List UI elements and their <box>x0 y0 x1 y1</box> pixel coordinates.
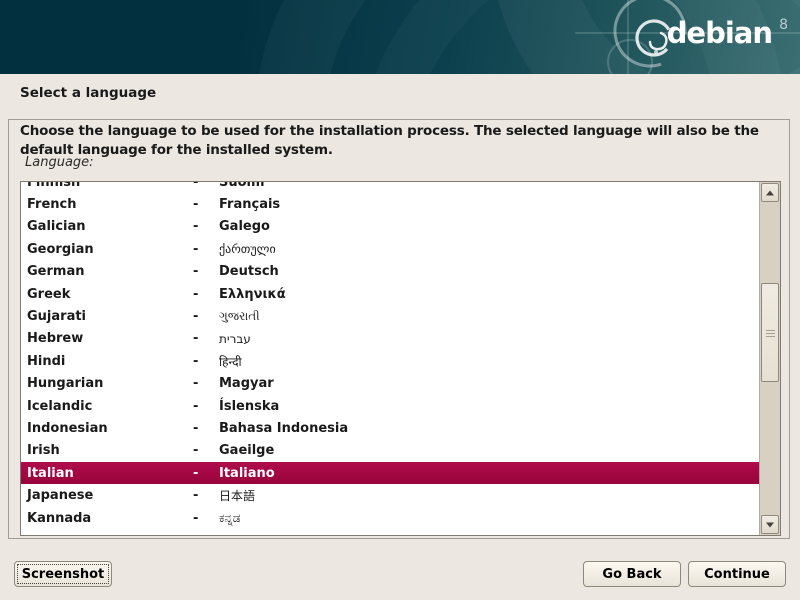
debian-version: 8 <box>779 17 788 33</box>
scroll-up-button[interactable] <box>761 183 779 202</box>
language-native-name: ქართული <box>219 242 276 256</box>
language-row[interactable]: Indonesian-Bahasa Indonesia <box>21 417 759 439</box>
language-row[interactable]: Galician-Galego <box>21 216 759 238</box>
language-native-name: Íslenska <box>219 399 279 414</box>
separator-dash: - <box>193 264 219 279</box>
language-row[interactable]: Finnish-Suomi <box>21 181 759 193</box>
separator-dash: - <box>193 331 219 346</box>
vertical-scrollbar[interactable] <box>759 182 780 535</box>
language-row[interactable]: French-Français <box>21 193 759 215</box>
language-row[interactable]: Icelandic-Íslenska <box>21 395 759 417</box>
language-native-name: Galego <box>219 219 270 234</box>
separator-dash: - <box>193 354 219 369</box>
separator-dash: - <box>193 421 219 436</box>
language-english-name: Kannada <box>27 511 193 526</box>
separator-dash: - <box>193 181 219 190</box>
go-back-button[interactable]: Go Back <box>583 561 681 587</box>
separator-dash: - <box>193 197 219 212</box>
language-row[interactable]: Georgian-ქართული <box>21 238 759 260</box>
language-row[interactable]: Greek-Ελληνικά <box>21 283 759 305</box>
scrollbar-grip-icon <box>766 333 775 334</box>
language-native-name: Suomi <box>219 181 265 190</box>
language-english-name: Galician <box>27 219 193 234</box>
language-native-name: עברית <box>219 332 251 346</box>
language-native-name: Bahasa Indonesia <box>219 421 348 436</box>
separator-dash: - <box>193 466 219 481</box>
language-english-name: Irish <box>27 443 193 458</box>
language-row-selected[interactable]: Italian-Italiano <box>21 462 759 484</box>
language-native-name: 日本語 <box>219 487 255 504</box>
language-native-name: Deutsch <box>219 264 279 279</box>
separator-dash: - <box>193 242 219 257</box>
separator-dash: - <box>193 287 219 302</box>
language-row[interactable]: Irish-Gaeilge <box>21 440 759 462</box>
language-native-name: ಕನ್ನಡ <box>219 511 240 526</box>
language-native-name: हिन्दी <box>219 353 242 370</box>
language-native-name: Magyar <box>219 376 274 391</box>
language-english-name: Gujarati <box>27 309 193 324</box>
language-row[interactable]: Kannada-ಕನ್ನಡ <box>21 507 759 529</box>
screenshot-button[interactable]: Screenshot <box>14 561 112 587</box>
scrollbar-thumb[interactable] <box>761 283 779 382</box>
language-english-name: French <box>27 197 193 212</box>
separator-dash: - <box>193 309 219 324</box>
language-row[interactable]: Hungarian-Magyar <box>21 373 759 395</box>
installer-banner: debian 8 <box>0 0 800 74</box>
separator-dash: - <box>193 399 219 414</box>
language-english-name: German <box>27 264 193 279</box>
separator-dash: - <box>193 376 219 391</box>
language-row[interactable]: Hebrew-עברית <box>21 328 759 350</box>
language-english-name: Georgian <box>27 242 193 257</box>
language-english-name: Finnish <box>27 181 193 190</box>
separator-dash: - <box>193 488 219 503</box>
language-row[interactable]: German-Deutsch <box>21 261 759 283</box>
language-row[interactable]: Hindi-हिन्दी <box>21 350 759 372</box>
language-english-name: Hebrew <box>27 331 193 346</box>
step-description: Choose the language to be used for the i… <box>20 122 782 160</box>
language-english-name: Hungarian <box>27 376 193 391</box>
language-row[interactable]: Japanese-日本語 <box>21 484 759 506</box>
chevron-up-icon <box>766 190 774 195</box>
language-listbox[interactable]: Finnish-SuomiFrench-FrançaisGalician-Gal… <box>20 181 781 536</box>
language-english-name: Greek <box>27 287 193 302</box>
language-english-name: Indonesian <box>27 421 193 436</box>
separator-dash: - <box>193 219 219 234</box>
language-field-label: Language: <box>25 155 94 170</box>
separator-dash: - <box>193 511 219 526</box>
continue-button[interactable]: Continue <box>688 561 786 587</box>
scroll-down-button[interactable] <box>761 515 779 534</box>
separator-dash: - <box>193 443 219 458</box>
language-native-name: Français <box>219 197 280 212</box>
debian-wordmark: debian <box>667 16 772 50</box>
language-english-name: Hindi <box>27 354 193 369</box>
language-native-name: Gaeilge <box>219 443 274 458</box>
language-english-name: Icelandic <box>27 399 193 414</box>
chevron-down-icon <box>766 522 774 527</box>
language-row[interactable]: Gujarati-ગુજરાતી <box>21 305 759 327</box>
language-rows: Finnish-SuomiFrench-FrançaisGalician-Gal… <box>21 181 759 529</box>
language-native-name: Italiano <box>219 466 275 481</box>
language-native-name: Ελληνικά <box>219 287 286 302</box>
language-english-name: Japanese <box>27 488 193 503</box>
language-native-name: ગુજરાતી <box>219 309 260 324</box>
page-title: Select a language <box>20 85 156 101</box>
language-english-name: Italian <box>27 466 193 481</box>
